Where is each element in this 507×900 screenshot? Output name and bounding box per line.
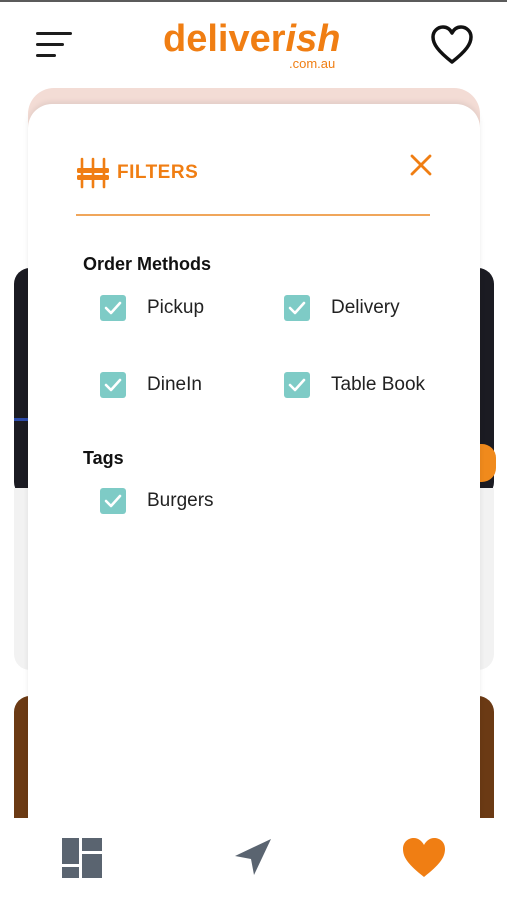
checkbox[interactable] — [284, 295, 310, 321]
check-icon — [288, 301, 306, 315]
filter-option-burgers[interactable]: Burgers — [100, 486, 214, 516]
checkbox[interactable] — [100, 488, 126, 514]
check-icon — [104, 378, 122, 392]
check-icon — [104, 301, 122, 315]
filter-option-label: Burgers — [147, 490, 214, 511]
menu-icon — [36, 32, 72, 35]
checkbox[interactable] — [284, 372, 310, 398]
filter-option-label: DineIn — [147, 374, 202, 395]
heart-outline-icon — [431, 25, 473, 64]
bottom-navigation — [0, 818, 507, 900]
filter-option-label: Table Book — [331, 374, 426, 395]
checkbox[interactable] — [100, 295, 126, 321]
filters-header: FILTERS — [76, 156, 198, 190]
favorites-button[interactable] — [430, 24, 474, 66]
sliders-icon — [77, 157, 109, 189]
grid-icon — [62, 838, 102, 878]
filter-option-table-book[interactable]: Table Book — [284, 370, 425, 400]
filter-option-dinein[interactable]: DineIn — [100, 370, 202, 400]
header-divider — [76, 214, 430, 216]
check-icon — [104, 494, 122, 508]
nav-browse-button[interactable] — [58, 834, 106, 882]
filter-option-label: Delivery — [331, 297, 400, 318]
nav-favorites-button[interactable] — [400, 834, 448, 882]
heart-filled-icon — [403, 838, 445, 877]
filter-option-label: Pickup — [147, 297, 205, 318]
filters-panel: FILTERS Order Methods Pickup Delivery Di… — [28, 104, 480, 834]
order-methods-heading: Order Methods — [83, 254, 212, 274]
close-icon — [410, 154, 432, 176]
logo-accent-text: ish — [285, 18, 341, 60]
menu-button[interactable] — [30, 28, 76, 62]
app-header: deliverish .com.au — [0, 2, 507, 84]
filter-option-delivery[interactable]: Delivery — [284, 293, 400, 323]
close-button[interactable] — [406, 150, 436, 180]
brand-logo: deliverish .com.au — [163, 18, 353, 74]
filter-option-pickup[interactable]: Pickup — [100, 293, 204, 323]
logo-domain: .com.au — [289, 56, 336, 71]
navigation-arrow-icon — [235, 839, 271, 875]
checkbox[interactable] — [100, 372, 126, 398]
nav-location-button[interactable] — [229, 834, 277, 882]
check-icon — [288, 378, 306, 392]
logo-text: deliver — [163, 18, 286, 60]
filters-title: FILTERS — [117, 162, 199, 183]
tags-heading: Tags — [83, 448, 124, 468]
